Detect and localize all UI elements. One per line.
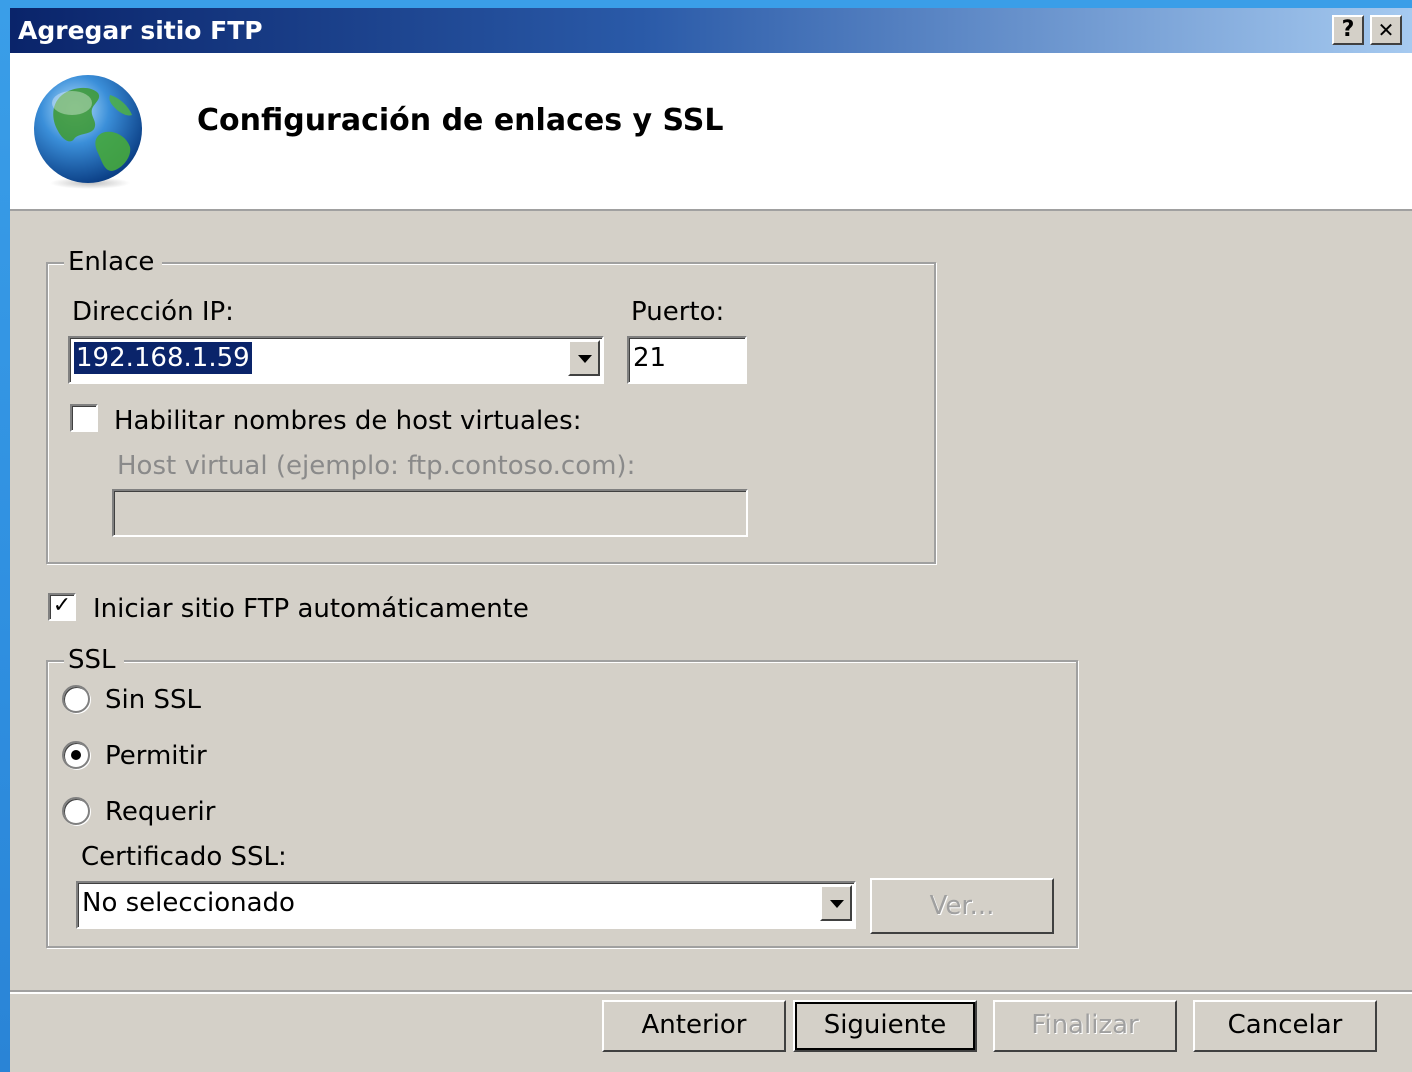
autostart-label[interactable]: Iniciar sitio FTP automáticamente [93,593,529,625]
port-label: Puerto: [631,297,725,327]
view-certificate-button[interactable]: Ver... [870,878,1054,934]
ssl-option-allow-radio[interactable] [62,741,90,769]
autostart-checkbox[interactable]: ✓ [48,593,76,621]
port-value: 21 [633,343,667,373]
ip-address-value: 192.168.1.59 [74,342,252,374]
ssl-option-allow-label[interactable]: Permitir [105,740,207,772]
virtual-host-checkbox-label[interactable]: Habilitar nombres de host virtuales: [114,405,581,437]
title-bar[interactable]: Agregar sitio FTP ? ✕ [10,8,1412,53]
ssl-certificate-label: Certificado SSL: [81,842,287,872]
add-ftp-site-dialog: Agregar sitio FTP ? ✕ Configuración de e… [10,8,1412,1072]
close-button[interactable]: ✕ [1370,15,1402,45]
virtual-host-checkbox[interactable] [70,404,98,432]
port-input[interactable]: 21 [627,336,747,384]
window-title: Agregar sitio FTP [18,16,263,45]
virtual-host-input[interactable] [112,489,748,537]
ssl-certificate-combobox[interactable]: No seleccionado [76,881,856,929]
ssl-option-none-radio[interactable] [62,685,90,713]
ip-address-label: Dirección IP: [72,297,234,327]
ip-address-combobox[interactable]: 192.168.1.59 [68,336,604,384]
previous-button[interactable]: Anterior [602,1000,786,1052]
ssl-option-require-radio[interactable] [62,797,90,825]
ssl-option-none-label[interactable]: Sin SSL [105,684,201,716]
ssl-certificate-value: No seleccionado [82,888,295,918]
cancel-button[interactable]: Cancelar [1193,1000,1377,1052]
wizard-header: Configuración de enlaces y SSL [10,53,1412,211]
ssl-group-label: SSL [64,644,124,676]
ssl-option-require-label[interactable]: Requerir [105,796,215,828]
help-button[interactable]: ? [1332,15,1364,45]
footer-separator [10,990,1412,994]
page-title: Configuración de enlaces y SSL [197,103,724,138]
finish-button[interactable]: Finalizar [993,1000,1177,1052]
virtual-host-label: Host virtual (ejemplo: ftp.contoso.com): [117,451,636,481]
ip-dropdown-arrow-icon[interactable] [568,340,600,376]
next-button[interactable]: Siguiente [793,1000,977,1052]
binding-group-label: Enlace [64,246,163,278]
globe-icon [34,75,142,189]
ssl-certificate-dropdown-arrow-icon[interactable] [820,885,852,921]
